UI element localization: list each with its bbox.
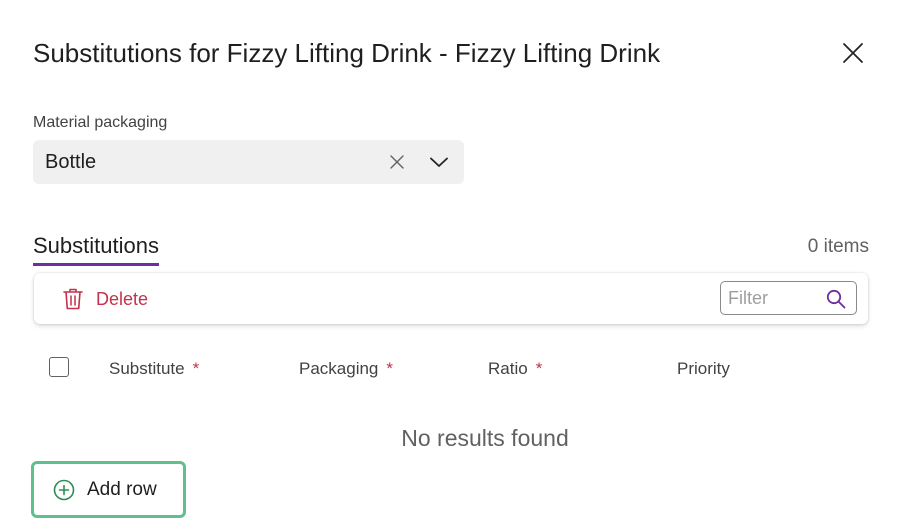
tab-substitutions[interactable]: Substitutions (33, 233, 159, 266)
select-all-checkbox[interactable] (49, 357, 69, 377)
chevron-down-icon (430, 157, 448, 168)
column-header-ratio[interactable]: Ratio * (488, 359, 542, 379)
column-header-packaging[interactable]: Packaging * (299, 359, 393, 379)
empty-state-message: No results found (401, 425, 569, 451)
material-packaging-label: Material packaging (33, 114, 168, 131)
item-count: 0 items (807, 236, 869, 257)
trash-icon (62, 287, 84, 311)
column-header-label: Packaging (299, 359, 379, 378)
add-row-button[interactable]: Add row (31, 461, 186, 518)
column-header-substitute[interactable]: Substitute * (109, 359, 199, 379)
dropdown-button[interactable] (428, 152, 450, 172)
add-row-label: Add row (87, 478, 157, 500)
add-circle-icon (53, 479, 75, 501)
search-icon[interactable] (825, 288, 847, 310)
column-header-label: Ratio (488, 359, 528, 378)
filter-box (720, 281, 857, 315)
page-title: Substitutions for Fizzy Lifting Drink - … (33, 38, 661, 68)
grid-toolbar: Delete (34, 273, 868, 324)
column-header-label: Priority (677, 359, 730, 378)
clear-icon (390, 155, 404, 169)
material-packaging-select[interactable]: Bottle (33, 140, 464, 184)
delete-button[interactable]: Delete (62, 284, 148, 314)
column-header-priority[interactable]: Priority (677, 359, 730, 379)
required-marker: * (192, 359, 200, 378)
close-icon (842, 42, 864, 64)
clear-selection-button[interactable] (387, 152, 407, 172)
required-marker: * (535, 359, 543, 378)
delete-label: Delete (96, 288, 149, 309)
close-button[interactable] (838, 38, 868, 68)
filter-input[interactable] (728, 286, 823, 310)
column-header-label: Substitute (109, 359, 185, 378)
required-marker: * (386, 359, 394, 378)
material-packaging-value: Bottle (45, 151, 97, 173)
